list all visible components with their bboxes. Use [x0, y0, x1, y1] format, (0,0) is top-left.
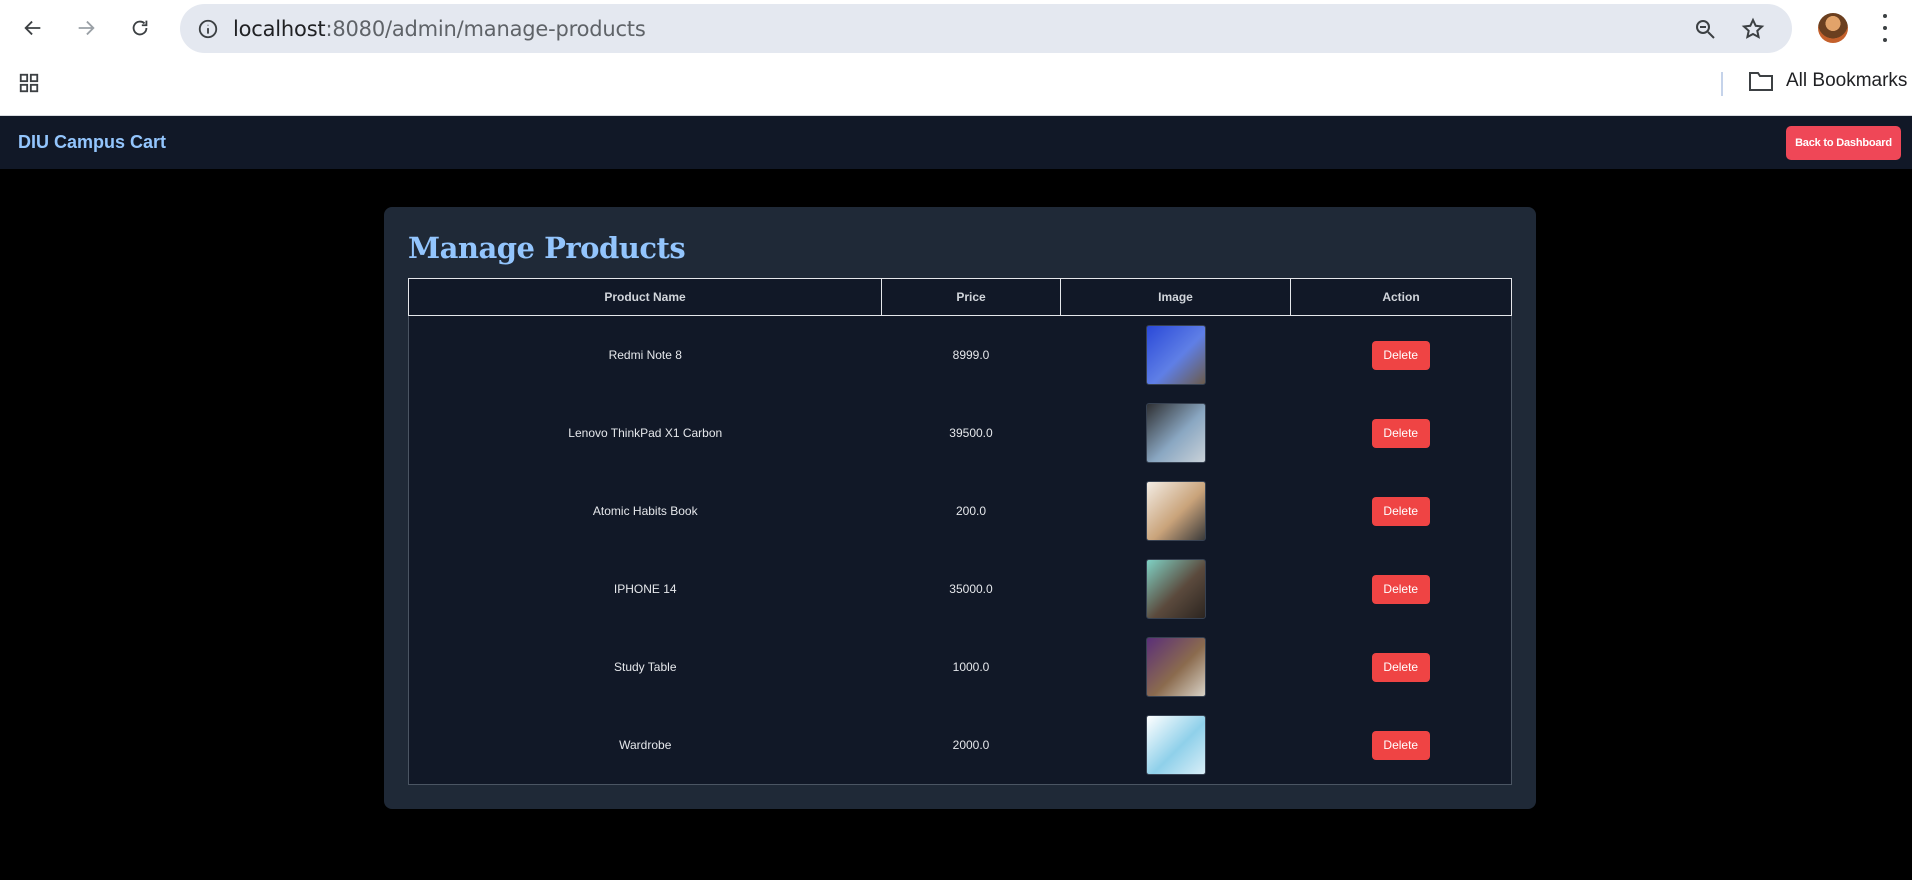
- app-navbar: DIU Campus Cart: [0, 116, 1912, 169]
- product-action-cell: Delete: [1291, 472, 1512, 550]
- product-thumbnail: [1145, 481, 1206, 541]
- table-row: Study Table 1000.0 Delete: [409, 628, 1512, 706]
- all-bookmarks-label: All Bookmarks: [1786, 70, 1908, 91]
- products-table-body: Redmi Note 8 8999.0 Delete Lenovo ThinkPad …: [408, 315, 1512, 785]
- delete-button[interactable]: Delete: [1371, 496, 1430, 526]
- product-action-cell: Delete: [1291, 316, 1512, 395]
- bookmarks-separator: [1721, 72, 1723, 96]
- product-price-cell: 35000.0: [949, 582, 993, 596]
- brand-logo-text[interactable]: DIU Campus Cart: [18, 132, 166, 153]
- product-thumbnail: [1145, 715, 1206, 775]
- product-image-cell: [1061, 706, 1291, 785]
- zoom-icon[interactable]: [1692, 16, 1718, 42]
- table-row: IPHONE 14 35000.0 Delete: [409, 550, 1512, 628]
- product-price-cell: 1000.0: [952, 660, 990, 674]
- product-price-cell: 2000.0: [952, 738, 990, 752]
- table-row: Atomic Habits Book 200.0 Delete: [409, 472, 1512, 550]
- product-name-cell: Redmi Note 8: [608, 348, 682, 362]
- profile-avatar[interactable]: [1818, 13, 1848, 43]
- product-name-cell: IPHONE 14: [613, 582, 677, 596]
- column-header-image: Image: [1060, 278, 1291, 316]
- column-header-price: Price: [881, 278, 1061, 316]
- delete-button[interactable]: Delete: [1371, 340, 1430, 370]
- product-action-cell: Delete: [1291, 394, 1512, 472]
- product-action-cell: Delete: [1291, 550, 1512, 628]
- site-info-icon[interactable]: [196, 17, 220, 41]
- product-image-cell: [1061, 472, 1291, 550]
- browser-menu-icon[interactable]: [1878, 14, 1892, 42]
- column-header-product-name: Product Name: [408, 278, 882, 316]
- product-image-cell: [1061, 550, 1291, 628]
- product-action-cell: Delete: [1291, 706, 1512, 785]
- manage-products-card: Manage Products Product Name Price Image…: [384, 207, 1536, 809]
- products-table: Product Name Price Image Action Redmi No…: [408, 278, 1512, 785]
- column-header-action: Action: [1290, 278, 1512, 316]
- product-name-cell: Atomic Habits Book: [592, 504, 698, 518]
- product-price-cell: 200.0: [955, 504, 987, 518]
- delete-button[interactable]: Delete: [1371, 652, 1430, 682]
- product-name-cell: Lenovo ThinkPad X1 Carbon: [568, 426, 723, 440]
- product-price-cell: 8999.0: [952, 348, 990, 362]
- table-row: Redmi Note 8 8999.0 Delete: [409, 316, 1512, 395]
- delete-button[interactable]: Delete: [1371, 418, 1430, 448]
- product-thumbnail: [1145, 403, 1206, 463]
- product-image-cell: [1061, 394, 1291, 472]
- delete-button[interactable]: Delete: [1371, 574, 1430, 604]
- apps-grid-icon[interactable]: [18, 72, 40, 94]
- all-bookmarks-button[interactable]: All Bookmarks: [1748, 70, 1907, 92]
- product-thumbnail: [1145, 637, 1206, 697]
- address-bar[interactable]: localhost:8080/admin/manage-products: [180, 4, 1792, 53]
- forward-arrow-icon[interactable]: [68, 10, 104, 46]
- back-arrow-icon[interactable]: [15, 10, 51, 46]
- product-price-cell: 39500.0: [949, 426, 993, 440]
- back-to-dashboard-button[interactable]: Back to Dashboard: [1786, 126, 1901, 160]
- product-name-cell: Wardrobe: [619, 738, 672, 752]
- product-thumbnail: [1145, 559, 1206, 619]
- product-image-cell: [1061, 316, 1291, 395]
- table-row: Lenovo ThinkPad X1 Carbon 39500.0 Delete: [409, 394, 1512, 472]
- product-image-cell: [1061, 628, 1291, 706]
- delete-button[interactable]: Delete: [1371, 730, 1430, 760]
- browser-chrome: localhost:8080/admin/manage-products All…: [0, 0, 1912, 116]
- bookmark-star-icon[interactable]: [1740, 16, 1766, 42]
- page-title: Manage Products: [408, 231, 686, 265]
- folder-icon: [1749, 72, 1773, 91]
- table-header-row: Product Name Price Image Action: [408, 278, 1512, 316]
- product-thumbnail: [1145, 325, 1206, 385]
- url-text[interactable]: localhost:8080/admin/manage-products: [233, 17, 646, 41]
- product-name-cell: Study Table: [614, 660, 677, 674]
- reload-icon[interactable]: [122, 10, 158, 46]
- product-action-cell: Delete: [1291, 628, 1512, 706]
- table-row: Wardrobe 2000.0 Delete: [409, 706, 1512, 785]
